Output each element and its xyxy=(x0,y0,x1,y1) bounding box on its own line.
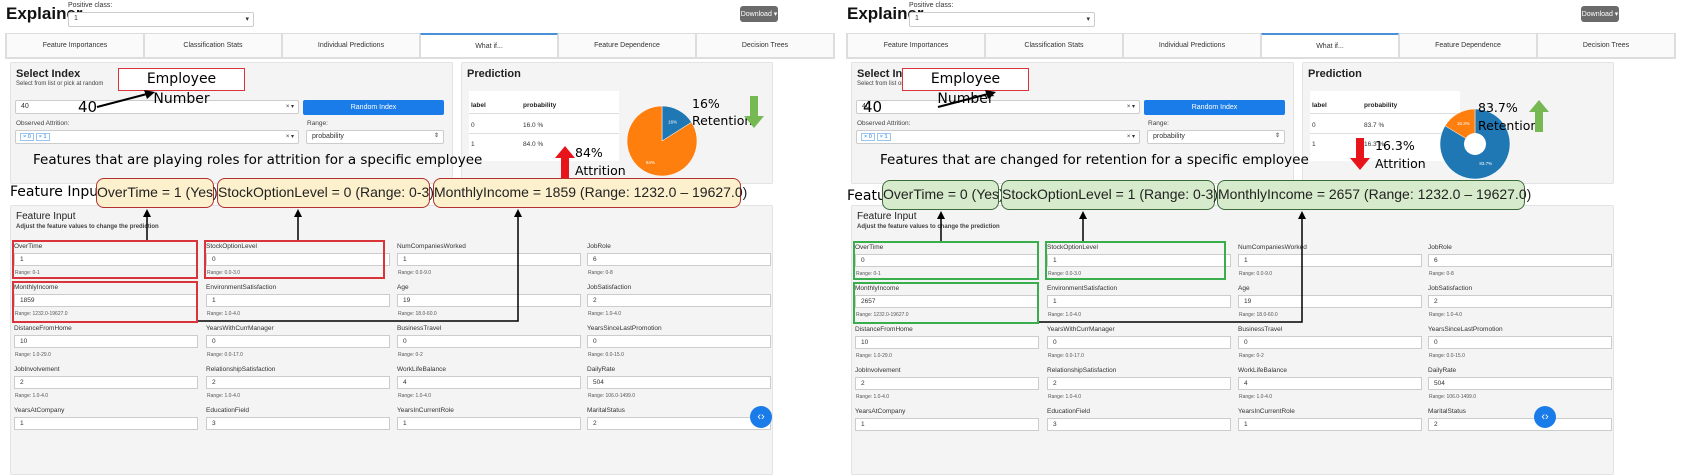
callout-connector-arrows xyxy=(143,209,522,322)
arrowhead-icon xyxy=(143,209,151,217)
attrition-panel: Explainer Positive class: 1 ▾ Download ▾ … xyxy=(0,0,841,475)
callout-connector-arrows xyxy=(937,211,1306,323)
arrowhead-icon xyxy=(514,209,522,217)
help-chevrons-icon[interactable]: ‹› xyxy=(750,406,772,428)
comparison-page: Explainer Positive class: 1 ▾ Download ▾ … xyxy=(0,0,1682,475)
help-chevrons-icon[interactable]: ‹› xyxy=(1534,406,1556,428)
arrowhead-icon xyxy=(1298,211,1306,219)
arrowhead-icon xyxy=(294,209,302,217)
connector-line xyxy=(198,216,519,322)
connector-line xyxy=(1039,218,1303,323)
arrowhead-icon xyxy=(1079,211,1087,219)
retention-panel: Explainer Positive class: 1 ▾ Download ▾ … xyxy=(841,0,1682,475)
arrowhead-icon xyxy=(937,211,945,219)
